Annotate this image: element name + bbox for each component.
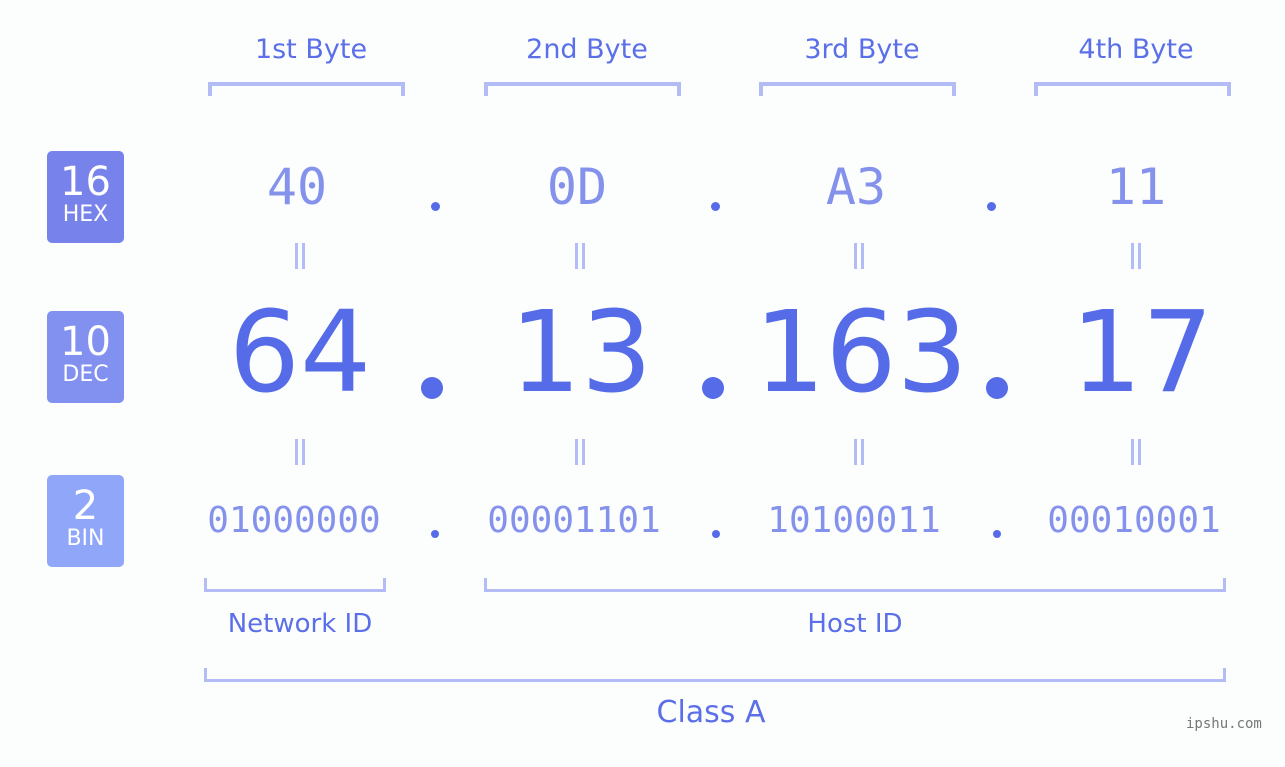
equals-icon (1116, 240, 1156, 278)
bin-byte-1: 01000000 (207, 500, 381, 541)
hex-dot-3 (987, 202, 996, 211)
hex-byte-3: A3 (825, 158, 887, 216)
hex-dot-1 (431, 202, 440, 211)
host-id-label: Host ID (807, 609, 903, 639)
dec-byte-3: 163 (754, 288, 968, 418)
byte-bracket-3 (759, 82, 956, 96)
byte-title-3: 3rd Byte (804, 34, 920, 65)
hex-badge-label: HEX (62, 202, 109, 227)
dec-byte-1: 64 (228, 288, 372, 418)
hex-byte-1: 40 (266, 158, 328, 216)
bin-byte-4: 00010001 (1047, 500, 1221, 541)
equals-icon (839, 240, 879, 278)
byte-bracket-4 (1034, 82, 1231, 96)
watermark: ipshu.com (1186, 716, 1262, 732)
hex-dot-2 (711, 202, 720, 211)
dec-badge-base: 10 (60, 319, 111, 365)
hex-byte-4: 11 (1105, 158, 1167, 216)
hex-badge-base: 16 (60, 159, 111, 205)
host-id-bracket (484, 578, 1226, 592)
dec-badge-label: DEC (62, 362, 109, 387)
dec-byte-4: 17 (1070, 288, 1214, 418)
class-bracket (204, 668, 1226, 682)
bin-badge: 2 BIN (47, 475, 124, 567)
equals-icon (560, 436, 600, 474)
network-id-label: Network ID (227, 609, 373, 639)
equals-icon (1116, 436, 1156, 474)
byte-title-4: 4th Byte (1078, 34, 1194, 65)
dec-dot-1 (421, 377, 443, 399)
bin-dot-3 (993, 530, 1001, 538)
byte-bracket-2 (484, 82, 681, 96)
bin-dot-2 (712, 530, 720, 538)
hex-byte-2: 0D (546, 158, 608, 216)
equals-icon (280, 240, 320, 278)
equals-icon (280, 436, 320, 474)
bin-dot-1 (431, 530, 439, 538)
byte-title-1: 1st Byte (254, 34, 368, 65)
dec-dot-3 (986, 377, 1008, 399)
byte-bracket-1 (208, 82, 405, 96)
equals-icon (560, 240, 600, 278)
dec-byte-2: 13 (509, 288, 653, 418)
network-id-bracket (204, 578, 386, 592)
bin-byte-3: 10100011 (767, 500, 941, 541)
dec-dot-2 (702, 377, 724, 399)
bin-badge-base: 2 (72, 483, 99, 529)
class-label: Class A (656, 695, 766, 730)
hex-badge: 16 HEX (47, 151, 124, 243)
dec-badge: 10 DEC (47, 311, 124, 403)
equals-icon (839, 436, 879, 474)
byte-title-2: 2nd Byte (526, 34, 648, 65)
bin-byte-2: 00001101 (487, 500, 661, 541)
bin-badge-label: BIN (66, 526, 105, 551)
